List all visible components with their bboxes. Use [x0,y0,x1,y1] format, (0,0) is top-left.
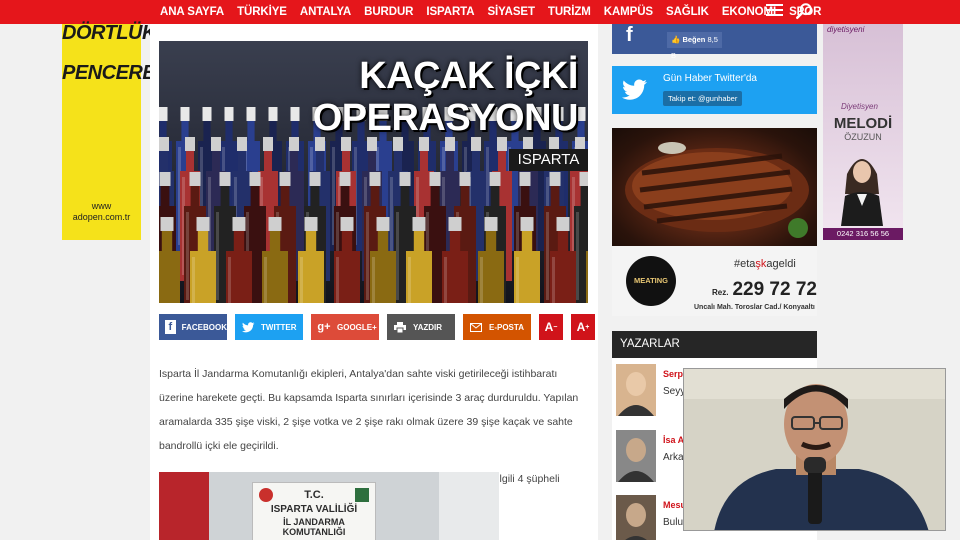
top-navigation-bar: ANA SAYFA TÜRKİYE ANTALYA BURDUR ISPARTA SİYA… [0,0,960,24]
hashtag-part-3: ageldi [766,258,796,270]
nav-item-1[interactable]: TÜRKİYE [237,6,287,18]
article-paragraph-1: Isparta İl Jandarma Komutanlığı ekipleri… [159,368,579,452]
nav-item-4[interactable]: ISPARTA [426,6,474,18]
facebook-like-button[interactable]: 👍 Beğen 8,5 B [667,32,722,60]
hero-image: KAÇAK İÇKİ OPERASYONU ISPARTA [159,41,588,303]
email-share-button[interactable]: E-POSTA [463,314,531,340]
facebook-widget[interactable]: f 👍 Beğen 8,5 B [612,24,817,60]
ad-brand: diyetisyeni [827,25,865,34]
jandarma-sign: T.C. ISPARTA VALİLİĞİ İL JANDARMA KOMUTA… [252,482,376,540]
photo-wall-right [439,472,499,540]
font-decrease-label: A [544,320,554,334]
twitter-widget[interactable]: Gün Haber Twitter'da Takip et: @gunhaber [612,66,817,114]
hero-title-line-1: KAÇAK İÇKİ [359,55,578,97]
left-side-advertisement[interactable]: DÖRTLÜK PENCERE www adopen.com.tr [62,22,156,240]
print-label: YAZDIR [413,322,443,332]
like-label: Beğen [682,35,706,44]
location-tag: ISPARTA [509,149,588,171]
print-button[interactable]: YAZDIR [387,314,455,340]
sign-line-2: ISPARTA VALİLİĞİ [270,504,358,515]
printer-icon [393,320,407,334]
nav-icons [766,2,813,20]
thumbs-up-icon: 👍 [671,35,681,44]
ad-name-last: ÖZUZUN [844,132,882,142]
google-plus-label: GOOGLE+ [337,322,377,332]
main-article-column: KAÇAK İÇKİ OPERASYONU ISPARTA f FACEBOOK… [150,24,598,540]
photo-wall-left [159,472,209,540]
webcam-overlay [683,368,946,531]
plus-icon: + [585,323,590,331]
facebook-icon: f [165,320,176,334]
nav-item-8[interactable]: SAĞLIK [666,6,709,18]
writer-avatar[interactable] [616,495,656,540]
dietitian-photo [841,159,883,226]
steak-photo [612,128,817,246]
twitter-follow-button[interactable]: Takip et: @gunhaber [663,91,743,106]
share-buttons: f FACEBOOK TWITTER g+ GOOGLE+ YAZDIR E-P… [159,314,595,340]
writer-name[interactable]: İsa A [663,435,684,445]
envelope-icon [469,320,483,334]
hamburger-icon[interactable] [766,2,783,18]
font-decrease-button[interactable]: A − [539,314,563,340]
font-increase-button[interactable]: A + [571,314,595,340]
hashtag-part-2: şk [755,258,767,270]
nav-item-3[interactable]: BURDUR [364,6,413,18]
nav-item-0[interactable]: ANA SAYFA [160,6,224,18]
twitter-share-button[interactable]: TWITTER [235,314,303,340]
nav-item-5[interactable]: SİYASET [487,6,535,18]
writer-excerpt[interactable]: Seyy [663,386,685,397]
phone-number: 229 72 72 [732,279,817,300]
email-label: E-POSTA [489,322,524,332]
reservation-phone: Rez. 229 72 72 [712,279,817,301]
nav-menu: ANA SAYFA TÜRKİYE ANTALYA BURDUR ISPARTA SİYA… [160,0,834,24]
hero-title-line-2: OPERASYONU [312,97,579,139]
twitter-icon [241,320,255,334]
ad-phone: 0242 316 56 56 [823,228,903,240]
google-plus-icon: g+ [317,321,331,333]
phone-prefix: Rez. [712,288,729,297]
ad-subtitle: Diyetisyen [841,102,878,111]
seal-emblem [259,488,273,502]
writers-heading: YAZARLAR [612,331,817,358]
nav-item-2[interactable]: ANTALYA [300,6,351,18]
steakhouse-advertisement[interactable]: MEATING #etaşkageldi Rez. 229 72 72 Uncal… [612,128,817,316]
ad-name-first: MELODİ [833,115,893,132]
presenter-video [684,369,945,530]
writer-avatar[interactable] [616,364,656,416]
facebook-label: FACEBOOK [181,322,227,332]
ad-www: www [91,201,112,211]
hero-title: KAÇAK İÇKİ OPERASYONU [312,55,579,139]
search-icon[interactable] [795,2,813,20]
ad-address: Uncalı Mah. Toroslar Cad./ Konyaaltı [694,304,815,311]
minus-icon: − [553,323,558,331]
ad-url: adopen.com.tr [72,212,131,222]
nav-item-7[interactable]: KAMPÜS [604,6,653,18]
twitter-widget-title: Gün Haber Twitter'da [663,73,757,84]
facebook-icon: f [626,24,633,46]
jandarma-emblem [355,488,369,502]
font-increase-label: A [576,320,586,334]
ad-hashtag: #etaşkageldi [734,258,796,270]
hashtag-part-1: #eta [734,258,756,270]
writer-excerpt[interactable]: Arka [663,452,684,463]
nav-item-6[interactable]: TURİZM [548,6,591,18]
meating-logo: MEATING [626,256,676,306]
article-photo: T.C. ISPARTA VALİLİĞİ İL JANDARMA KOMUTA… [159,472,499,540]
ad-line-2: PENCERE [62,62,156,84]
right-side-advertisement[interactable]: diyetisyeni Diyetisyen MELODİ ÖZUZUN 024… [823,24,903,240]
writer-avatar[interactable] [616,430,656,482]
sign-line-3: İL JANDARMA KOMUTANLIĞI [282,517,346,537]
twitter-bird-icon [622,79,647,100]
twitter-label: TWITTER [261,322,297,332]
facebook-share-button[interactable]: f FACEBOOK [159,314,227,340]
ad-line-1: DÖRTLÜK [62,22,156,44]
google-plus-share-button[interactable]: g+ GOOGLE+ [311,314,379,340]
writer-excerpt[interactable]: Bulu [663,517,683,528]
